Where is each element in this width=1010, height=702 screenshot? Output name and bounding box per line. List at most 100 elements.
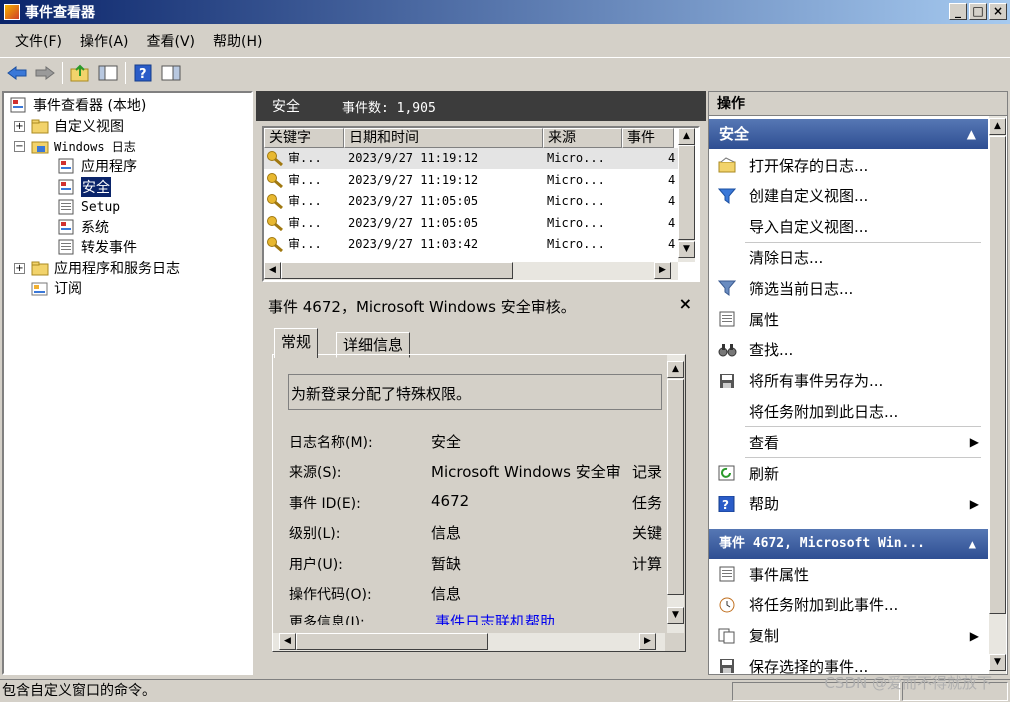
scroll-down-icon[interactable]: ▼: [989, 654, 1006, 671]
collapse-icon[interactable]: −: [14, 140, 25, 152]
scroll-thumb[interactable]: [667, 379, 684, 595]
title-bar: 事件查看器 _ □ ×: [0, 0, 1010, 24]
action-refresh[interactable]: 刷新: [709, 458, 979, 488]
menu-action[interactable]: 操作(A): [71, 31, 138, 51]
table-row[interactable]: 审... 2023/9/27 11:19:12 Micro... 4: [264, 148, 684, 169]
column-keyword[interactable]: 关键字: [264, 128, 344, 148]
scroll-up-icon[interactable]: ▲: [678, 128, 695, 145]
event-viewer-icon: [10, 97, 28, 113]
action-create-custom-view[interactable]: 创建自定义视图...: [709, 181, 979, 211]
maximize-button[interactable]: □: [969, 3, 987, 20]
action-view[interactable]: 查看 ▶: [709, 427, 979, 457]
opcode-label: 操作代码(O):: [289, 587, 372, 603]
scroll-up-icon[interactable]: ▲: [989, 118, 1006, 135]
scroll-down-icon[interactable]: ▼: [667, 607, 684, 624]
action-filter-current-log[interactable]: 筛选当前日志...: [709, 273, 979, 303]
tree-item-security[interactable]: 安全: [58, 177, 111, 197]
collapse-up-icon[interactable]: ▲: [969, 529, 976, 559]
help-icon[interactable]: ?: [132, 62, 154, 84]
minimize-button[interactable]: _: [949, 3, 967, 20]
action-find[interactable]: 查找...: [709, 335, 979, 365]
action-save-all-events-as[interactable]: 将所有事件另存为...: [709, 366, 979, 396]
action-attach-task-to-event[interactable]: 将任务附加到此事件...: [709, 590, 979, 620]
log-name-label: 日志名称(M):: [289, 435, 373, 451]
tree-item-root[interactable]: 事件查看器 (本地): [10, 95, 146, 115]
cell-keyword: 审...: [288, 172, 322, 187]
tree-item-setup[interactable]: Setup: [58, 197, 120, 217]
collapse-up-icon[interactable]: ▲: [967, 119, 976, 149]
more-info-link[interactable]: 事件日志联机帮助: [435, 611, 555, 625]
log-name-title: 安全: [272, 99, 300, 115]
table-row[interactable]: 审... 2023/9/27 11:05:05 Micro... 4: [264, 191, 684, 212]
action-open-saved-log[interactable]: 打开保存的日志...: [709, 150, 979, 180]
record-label: 记录: [632, 463, 663, 481]
back-arrow-icon[interactable]: [6, 62, 28, 84]
help-icon: ?: [718, 495, 736, 513]
tree-item-application[interactable]: 应用程序: [58, 156, 137, 176]
detail-close-icon[interactable]: ×: [679, 294, 692, 313]
action-import-custom-view[interactable]: 导入自定义视图...: [709, 212, 979, 242]
event-detail-header: 事件 4672，Microsoft Windows 安全审核。 ×: [262, 290, 700, 322]
cell-keyword: 审...: [288, 215, 322, 230]
action-clear-log[interactable]: 清除日志...: [709, 242, 979, 272]
menu-file[interactable]: 文件(F): [6, 31, 71, 51]
toolbar: ?: [0, 57, 1010, 87]
column-source[interactable]: 来源: [543, 128, 622, 148]
menu-help[interactable]: 帮助(H): [204, 31, 271, 51]
open-folder-icon: [718, 157, 736, 173]
copy-icon: [718, 628, 736, 644]
tree-item-custom-views[interactable]: + 自定义视图: [14, 116, 124, 136]
scroll-left-icon[interactable]: ◀: [264, 262, 281, 279]
action-event-properties[interactable]: 事件属性: [709, 559, 979, 589]
action-label: 打开保存的日志...: [749, 156, 869, 175]
scroll-up-icon[interactable]: ▲: [667, 361, 684, 378]
scroll-right-icon[interactable]: ▶: [654, 262, 671, 279]
table-row[interactable]: 审... 2023/9/27 11:05:05 Micro... 4: [264, 213, 684, 234]
scroll-left-icon[interactable]: ◀: [279, 633, 296, 650]
forward-arrow-icon[interactable]: [34, 62, 56, 84]
expand-icon[interactable]: +: [14, 120, 25, 132]
action-copy[interactable]: 复制 ▶: [709, 621, 979, 651]
scroll-right-icon[interactable]: ▶: [639, 633, 656, 650]
up-folder-icon[interactable]: [69, 62, 91, 84]
action-label: 属性: [749, 310, 780, 329]
detail-vertical-scrollbar[interactable]: ▲ ▼: [667, 355, 684, 633]
scroll-down-icon[interactable]: ▼: [678, 241, 695, 258]
list-horizontal-scrollbar[interactable]: ◀ ▶: [264, 262, 678, 280]
tab-general[interactable]: 常规: [274, 328, 319, 358]
column-event-id[interactable]: 事件: [622, 128, 674, 148]
menu-view[interactable]: 查看(V): [138, 31, 205, 51]
actions-scrollbar[interactable]: ▲ ▼: [989, 116, 1006, 674]
source-value: Microsoft Windows 安全审: [431, 463, 621, 481]
tree-item-windows-logs[interactable]: − Windows 日志: [14, 136, 136, 156]
action-help[interactable]: ? 帮助 ▶: [709, 489, 979, 519]
cell-source: Micro...: [547, 151, 605, 165]
action-attach-task-to-log[interactable]: 将任务附加到此日志...: [709, 396, 979, 426]
show-hide-action-pane-icon[interactable]: [160, 62, 182, 84]
show-hide-tree-icon[interactable]: [97, 62, 119, 84]
table-row[interactable]: 审... 2023/9/27 11:03:42 Micro... 4: [264, 234, 684, 255]
detail-horizontal-scrollbar[interactable]: ◀ ▶: [273, 633, 665, 651]
action-properties[interactable]: 属性: [709, 304, 979, 334]
scroll-thumb[interactable]: [678, 145, 695, 240]
scroll-thumb[interactable]: [989, 136, 1006, 614]
properties-icon: [718, 566, 736, 582]
column-datetime[interactable]: 日期和时间: [344, 128, 543, 148]
hscroll-thumb[interactable]: [296, 633, 488, 650]
tree-item-subscriptions[interactable]: 订阅: [31, 278, 82, 298]
log-icon: [58, 158, 76, 174]
tree-item-system[interactable]: 系统: [58, 217, 109, 237]
log-icon: [58, 199, 76, 215]
table-row[interactable]: 审... 2023/9/27 11:19:12 Micro... 4: [264, 170, 684, 191]
expand-icon[interactable]: +: [14, 262, 25, 274]
tree-item-app-service-logs[interactable]: + 应用程序和服务日志: [14, 258, 180, 278]
list-vertical-scrollbar[interactable]: ▲ ▼: [678, 128, 695, 262]
section-event[interactable]: 事件 4672, Microsoft Win... ▲: [709, 529, 988, 559]
section-security[interactable]: 安全 ▲: [709, 119, 988, 149]
tree-item-forwarded[interactable]: 转发事件: [58, 237, 137, 257]
action-label: 查找...: [749, 341, 794, 360]
event-detail-body: 为新登录分配了特殊权限。 日志名称(M): 安全 来源(S): Microsof…: [272, 354, 686, 652]
hscroll-thumb[interactable]: [281, 262, 513, 279]
close-button[interactable]: ×: [989, 3, 1007, 20]
user-value: 暂缺: [431, 555, 462, 573]
